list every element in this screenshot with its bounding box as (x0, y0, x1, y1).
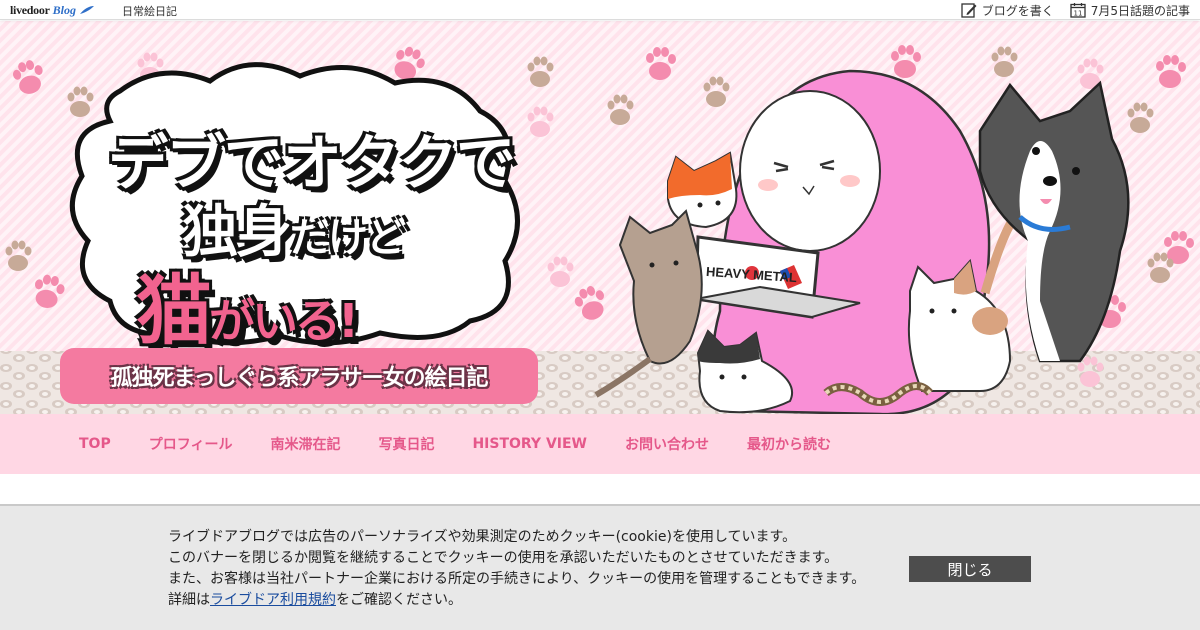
terms-of-use-link[interactable]: ライブドア利用規約 (210, 592, 336, 608)
pencil-icon (961, 3, 977, 18)
cookie-line-4-prefix: 詳細は (168, 592, 210, 608)
blog-title-line3: 猫がいる! (136, 249, 359, 359)
title-line3-a: 猫 (136, 266, 212, 355)
blog-subtitle: 孤独死まっしぐら系アラサー女の絵日記 (110, 366, 488, 391)
blog-header-banner[interactable]: デブでオタクで 独身だけど 猫がいる! 孤独死まっしぐら系アラサー女の絵日記 H… (0, 21, 1200, 414)
blog-name-link[interactable]: 日常絵日記 (122, 3, 177, 19)
nav-item-south-america[interactable]: 南米滞在記 (270, 434, 340, 454)
nav-item-read-from-start[interactable]: 最初から読む (747, 434, 831, 454)
write-blog-label: ブログを書く (981, 3, 1054, 18)
nav-item-top[interactable]: TOP (79, 436, 111, 452)
nav-item-contact[interactable]: お問い合わせ (625, 434, 709, 454)
cookie-close-button[interactable]: 閉じる (909, 556, 1031, 582)
top-actions: ブログを書く 11 7月5日話題の記事 (961, 1, 1190, 19)
nav-item-history-view[interactable]: HISTORY VIEW (472, 436, 587, 452)
cookie-notice-text: ライブドアブログでは広告のパーソナライズや効果測定のためクッキー(cookie)… (168, 527, 865, 611)
main-nav: TOP プロフィール 南米滞在記 写真日記 HISTORY VIEW お問い合わ… (0, 414, 1200, 474)
nav-item-profile[interactable]: プロフィール (149, 434, 233, 454)
write-blog-link[interactable]: ブログを書く (961, 2, 1054, 19)
calendar-icon: 11 (1070, 3, 1086, 18)
topic-articles-label: 7月5日話題の記事 (1090, 3, 1190, 18)
cookie-line-1: ライブドアブログでは広告のパーソナライズや効果測定のためクッキー(cookie)… (168, 529, 797, 545)
global-header: livedoor Blog 日常絵日記 ブログを書く 11 7月5日話題の記事 (0, 0, 1200, 20)
topic-articles-link[interactable]: 11 7月5日話題の記事 (1070, 2, 1190, 19)
nav-item-photo-diary[interactable]: 写真日記 (378, 434, 434, 454)
cookie-line-2: このバナーを閉じるか閲覧を継続することでクッキーの使用を承認いただいたものとさせ… (168, 550, 839, 566)
feather-icon (79, 6, 94, 14)
livedoor-blog-logo[interactable]: livedoor Blog (10, 2, 95, 18)
blog-subtitle-box: 孤独死まっしぐら系アラサー女の絵日記 (60, 348, 538, 404)
title-line3-b: がいる! (209, 294, 359, 348)
logo-text: livedoor (10, 2, 50, 17)
cookie-line-3: また、お客様は当社パートナー企業における所定の手続きにより、クッキーの使用を管理… (168, 571, 866, 587)
cookie-line-4-suffix: をご確認ください。 (336, 592, 462, 608)
logo-blog-text: Blog (52, 2, 76, 17)
cookie-consent-banner: ライブドアブログでは広告のパーソナライズや効果測定のためクッキー(cookie)… (0, 504, 1200, 630)
calendar-day: 11 (1073, 10, 1082, 18)
cookie-line-4: 詳細はライブドア利用規約をご確認ください。 (168, 590, 865, 611)
